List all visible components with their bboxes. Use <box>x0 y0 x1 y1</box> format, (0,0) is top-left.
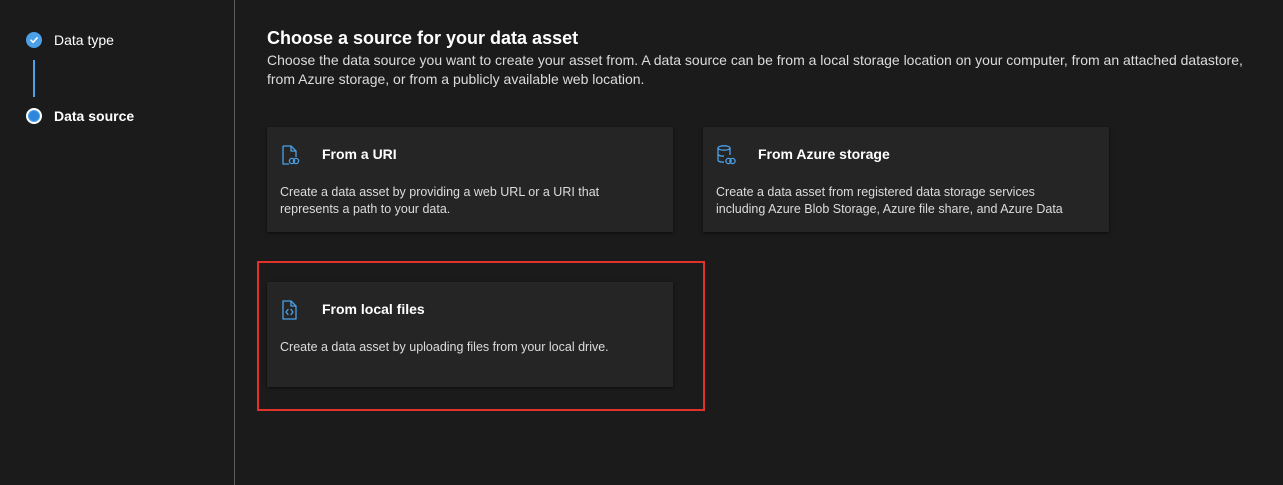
card-description: Create a data asset by providing a web U… <box>280 185 600 216</box>
from-azure-storage-card[interactable]: From Azure storage Create a data asset f… <box>703 127 1109 232</box>
card-description: Create a data asset by uploading files f… <box>280 340 609 354</box>
card-title: From Azure storage <box>758 146 890 162</box>
file-code-icon <box>279 299 301 321</box>
from-local-files-card[interactable]: From local files Create a data asset by … <box>267 282 673 387</box>
card-description: Create a data asset from registered data… <box>716 185 1063 216</box>
card-title: From a URI <box>322 146 397 162</box>
database-link-icon <box>715 144 737 166</box>
step-data-type[interactable]: Data type <box>26 30 114 50</box>
step-connector <box>33 60 35 97</box>
file-link-icon <box>279 144 301 166</box>
page-description: Choose the data source you want to creat… <box>267 52 1243 87</box>
page-title: Choose a source for your data asset <box>267 28 579 48</box>
step-label: Data source <box>54 108 135 124</box>
step-label: Data type <box>54 32 114 48</box>
from-uri-card[interactable]: From a URI Create a data asset by provid… <box>267 127 673 232</box>
step-data-source[interactable]: Data source <box>26 106 134 126</box>
card-title: From local files <box>322 301 425 317</box>
checkmark-icon <box>26 32 42 48</box>
create-data-asset-wizard: Data type Data source Choose a source fo… <box>0 0 1283 485</box>
current-step-icon <box>26 108 42 124</box>
wizard-stepper: Data type Data source <box>0 0 235 485</box>
